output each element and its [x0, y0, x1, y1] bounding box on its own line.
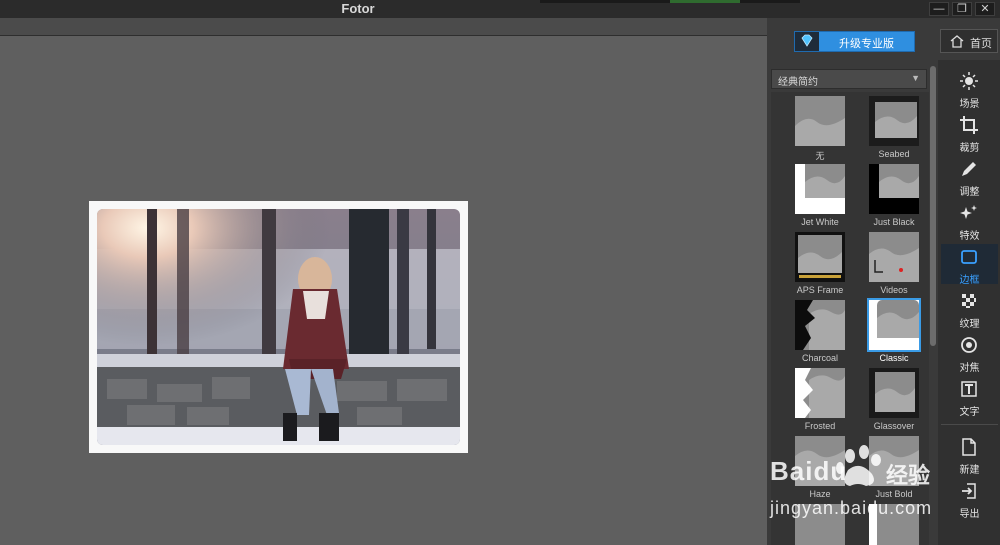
home-icon	[950, 35, 964, 48]
nav-frame[interactable]: 边框	[941, 244, 998, 286]
nav-effects[interactable]: 特效	[941, 200, 998, 242]
frame-label: APS Frame	[796, 285, 844, 295]
photo-frame-preview[interactable]	[89, 201, 468, 453]
frame-category-label: 经典简约	[778, 77, 818, 88]
nav-texture[interactable]: 纹理	[941, 288, 998, 330]
upgrade-label: 升级专业版	[839, 38, 894, 50]
photo-image	[97, 209, 460, 445]
frame-thumb-partial[interactable]	[869, 504, 919, 545]
nav-label: 文字	[959, 407, 980, 418]
frame-thumb-partial[interactable]	[795, 504, 845, 545]
home-label: 首页	[970, 38, 992, 50]
frame-thumb-frosted[interactable]	[795, 368, 845, 418]
frames-scrollbar[interactable]	[930, 66, 936, 346]
nav-label: 裁剪	[959, 143, 980, 154]
frame-category-select[interactable]: 经典简约 ▼	[771, 69, 927, 89]
frame-thumb-seabed[interactable]	[869, 96, 919, 146]
frame-thumb-none[interactable]	[795, 96, 845, 146]
frames-list: 无 Seabed Jet White Just Black APS Frame …	[771, 92, 929, 545]
nav-label: 导出	[959, 509, 980, 520]
pencil-icon	[962, 162, 976, 176]
frame-label: Haze	[809, 489, 831, 499]
frame-thumb-charcoal[interactable]	[795, 300, 845, 350]
close-button[interactable]: ✕	[975, 2, 995, 16]
sparkle-icon	[960, 205, 977, 219]
frame-icon	[961, 250, 977, 264]
frame-label: Jet White	[801, 217, 839, 227]
frame-label: Just Black	[873, 217, 915, 227]
new-file-icon	[962, 438, 976, 456]
nav-export[interactable]: 导出	[941, 478, 998, 520]
frame-label: Classic	[879, 353, 909, 363]
home-button[interactable]: 首页	[940, 29, 998, 53]
nav-text[interactable]: 文字	[941, 376, 998, 418]
maximize-button[interactable]: ❐	[952, 2, 972, 16]
nav-focus[interactable]: 对焦	[941, 332, 998, 374]
focus-icon	[961, 337, 977, 353]
frame-thumb-jet-white[interactable]	[795, 164, 845, 214]
nav-adjust[interactable]: 调整	[941, 156, 998, 198]
chevron-down-icon: ▼	[911, 73, 920, 83]
checker-icon	[962, 294, 976, 308]
frame-thumb-haze[interactable]	[795, 436, 845, 486]
crop-icon	[960, 116, 978, 134]
nav-scene[interactable]: 场景	[941, 68, 998, 110]
nav-label: 场景	[959, 99, 980, 110]
frame-label: 无	[815, 151, 825, 161]
frame-thumb-just-black[interactable]	[869, 164, 919, 214]
sun-icon	[960, 72, 978, 90]
frame-label: Glassover	[873, 421, 915, 431]
frame-label: Frosted	[804, 421, 836, 431]
frame-label: Just Bold	[875, 489, 913, 499]
frame-label: Charcoal	[801, 353, 839, 363]
nav-new[interactable]: 新建	[941, 434, 998, 476]
frame-thumb-aps-frame[interactable]	[795, 232, 845, 282]
export-icon	[962, 483, 976, 499]
frame-thumb-just-bold[interactable]	[869, 436, 919, 486]
nav-label: 边框	[959, 275, 980, 286]
frame-label: Videos	[880, 285, 908, 295]
window-title: Fotor	[341, 1, 375, 16]
frame-thumb-videos[interactable]	[869, 232, 919, 282]
nav-label: 特效	[959, 231, 980, 242]
nav-crop[interactable]: 裁剪	[941, 112, 998, 154]
frame-label: Seabed	[878, 149, 910, 159]
diamond-icon	[795, 32, 819, 51]
nav-label: 对焦	[959, 363, 980, 374]
frame-thumb-classic[interactable]	[867, 298, 921, 352]
top-toolbar	[0, 18, 767, 36]
text-icon	[961, 381, 977, 397]
frame-thumb-glassover[interactable]	[869, 368, 919, 418]
nav-label: 新建	[959, 465, 980, 476]
nav-divider	[941, 424, 998, 425]
winter-photo	[97, 209, 460, 445]
upgrade-button[interactable]: 升级专业版	[794, 31, 915, 52]
nav-label: 调整	[959, 187, 980, 198]
nav-label: 纹理	[959, 319, 980, 330]
title-bar: Fotor — ❐ ✕	[0, 0, 1000, 18]
minimize-button[interactable]: —	[929, 2, 949, 16]
